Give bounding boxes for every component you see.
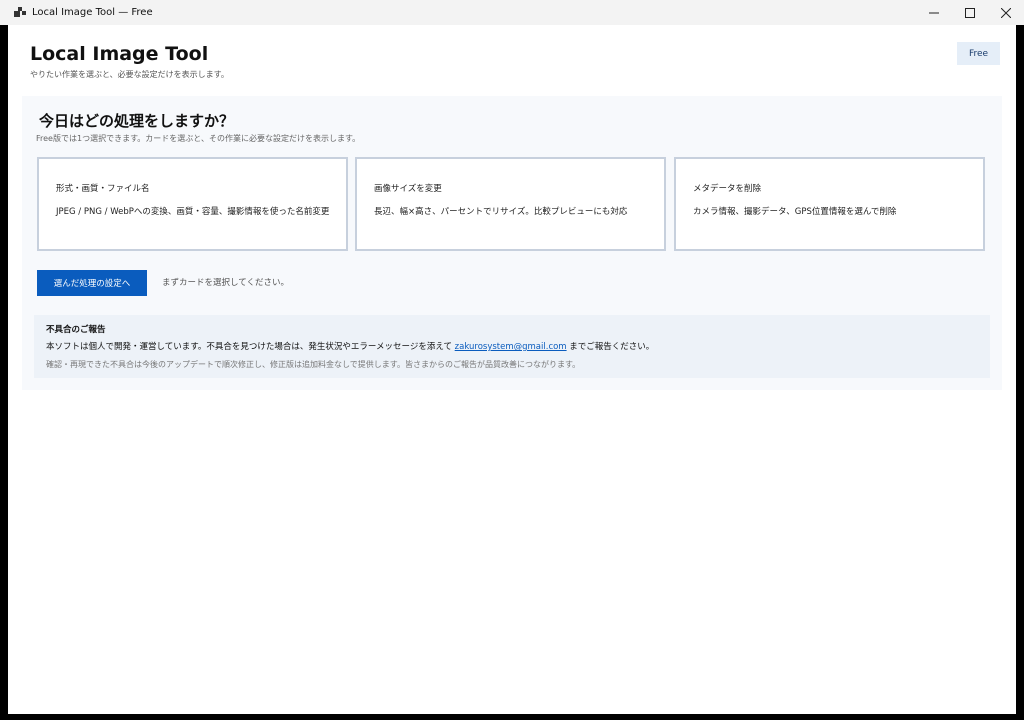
app-icon bbox=[14, 6, 26, 19]
card-description: JPEG / PNG / WebPへの変換、画質・容量、撮影情報を使った名前変更 bbox=[56, 207, 330, 217]
card-title: 画像サイズを変更 bbox=[374, 184, 442, 194]
task-selection-panel: 今日はどの処理をしますか？ Free版では1つ選択できます。カードを選ぶと、その… bbox=[22, 96, 1002, 390]
close-button[interactable] bbox=[988, 0, 1024, 25]
maximize-button[interactable] bbox=[952, 0, 988, 25]
maximize-icon bbox=[965, 7, 975, 18]
minimize-button[interactable] bbox=[916, 0, 952, 25]
card-title: メタデータを削除 bbox=[693, 184, 762, 194]
report-email-link[interactable]: zakurosystem@gmail.com bbox=[455, 342, 567, 352]
card-remove-metadata[interactable]: メタデータを削除 カメラ情報、撮影データ、GPS位置情報を選んで削除 bbox=[674, 157, 985, 251]
panel-heading: 今日はどの処理をしますか？ bbox=[39, 112, 235, 130]
card-description: カメラ情報、撮影データ、GPS位置情報を選んで削除 bbox=[693, 207, 897, 217]
selection-hint: まずカードを選択してください。 bbox=[162, 278, 289, 288]
card-resize[interactable]: 画像サイズを変更 長辺、幅×高さ、パーセントでリサイズ。比較プレビューにも対応 bbox=[355, 157, 666, 251]
app-window: Local Image Tool — Free Local Image Tool… bbox=[0, 0, 1024, 720]
report-note: 確認・再現できた不具合は今後のアップデートで順次修正し、修正版は追加料金なしで提… bbox=[46, 360, 581, 369]
window-title: Local Image Tool — Free bbox=[32, 7, 153, 18]
client-area: Local Image Tool やりたい作業を選ぶと、必要な設定だけを表示しま… bbox=[8, 25, 1016, 714]
window-controls bbox=[916, 0, 1024, 25]
go-to-settings-button[interactable]: 選んだ処理の設定へ bbox=[37, 270, 147, 296]
bug-report-box: 不具合のご報告 本ソフトは個人で開発・運営しています。不具合を見つけた場合は、発… bbox=[34, 315, 990, 378]
panel-subtitle: Free版では1つ選択できます。カードを選ぶと、その作業に必要な設定だけを表示し… bbox=[36, 134, 361, 143]
report-body-before: 本ソフトは個人で開発・運営しています。不具合を見つけた場合は、発生状況やエラーメ… bbox=[46, 342, 455, 352]
report-title: 不具合のご報告 bbox=[46, 325, 106, 335]
title-bar[interactable]: Local Image Tool — Free bbox=[0, 0, 1024, 25]
report-body: 本ソフトは個人で開発・運営しています。不具合を見つけた場合は、発生状況やエラーメ… bbox=[46, 340, 654, 352]
card-title: 形式・画質・ファイル名 bbox=[56, 184, 150, 194]
report-body-after: までご報告ください。 bbox=[566, 342, 655, 352]
close-icon bbox=[1001, 7, 1011, 18]
card-format-quality-filename[interactable]: 形式・画質・ファイル名 JPEG / PNG / WebPへの変換、画質・容量、… bbox=[37, 157, 348, 251]
minimize-icon bbox=[929, 12, 939, 13]
page-subtitle: やりたい作業を選ぶと、必要な設定だけを表示します。 bbox=[30, 70, 229, 79]
page-title: Local Image Tool bbox=[30, 43, 209, 65]
card-description: 長辺、幅×高さ、パーセントでリサイズ。比較プレビューにも対応 bbox=[374, 207, 628, 217]
free-badge: Free bbox=[957, 42, 1000, 65]
